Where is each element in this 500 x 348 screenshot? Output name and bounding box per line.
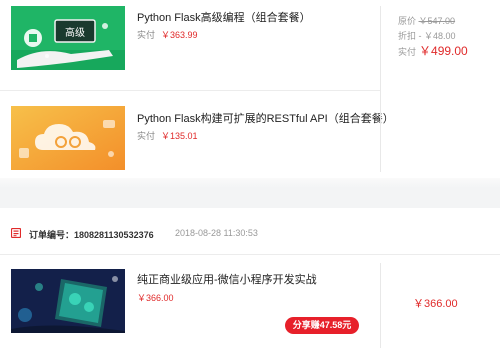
discount-value: - ￥48.00 — [418, 31, 456, 41]
course-thumbnail[interactable]: 高级 — [11, 6, 125, 70]
item-paid: 实付 ￥135.01 — [137, 129, 198, 142]
order-number: 订单编号：1808281130532376 — [29, 230, 154, 240]
course-thumbnail[interactable] — [11, 269, 125, 333]
paid-value: ￥366.00 — [137, 293, 174, 303]
original-label: 原价 — [398, 16, 417, 26]
item-paid: ￥366.00 — [137, 291, 174, 304]
section-gap — [0, 188, 500, 208]
order-item[interactable]: 高级 Python Flask高级编程（组合套餐） 实付 ￥363.99 — [0, 0, 380, 90]
cloud-plugin-icon — [11, 106, 125, 170]
column-divider — [380, 263, 381, 348]
order-time: 2018-08-28 11:30:53 — [175, 228, 258, 238]
paid-label: 实付 — [137, 131, 156, 141]
order-item[interactable]: 纯正商业级应用-微信小程序开发实战 ￥366.00 分享赚47.58元 — [0, 255, 380, 348]
order-card: 高级 Python Flask高级编程（组合套餐） 实付 ￥363.99 Pyt… — [0, 0, 500, 178]
item-title[interactable]: 纯正商业级应用-微信小程序开发实战 — [137, 271, 317, 287]
order-summary: 原价 ￥547.00 折扣 - ￥48.00 实付 ￥499.00 — [398, 14, 468, 60]
wechat-miniprogram-icon — [11, 269, 125, 333]
paid-total: 实付 ￥499.00 — [398, 44, 468, 60]
section-gap-shadow — [0, 178, 500, 188]
share-earn-button[interactable]: 分享赚47.58元 — [285, 317, 359, 334]
item-title[interactable]: Python Flask构建可扩展的RESTful API（组合套餐） — [137, 110, 394, 126]
order-header: 订单编号：1808281130532376 2018-08-28 11:30:5… — [0, 208, 500, 255]
paid-total-label: 实付 — [398, 47, 417, 57]
python-chalkboard-icon: 高级 — [11, 6, 125, 70]
paid-value: ￥135.01 — [161, 131, 198, 141]
paid-value: ￥363.99 — [161, 30, 198, 40]
order-card: 订单编号：1808281130532376 2018-08-28 11:30:5… — [0, 208, 500, 348]
discount: 折扣 - ￥48.00 — [398, 29, 468, 44]
discount-label: 折扣 — [398, 31, 417, 41]
order-document-icon — [11, 228, 21, 238]
original-value: ￥547.00 — [418, 16, 456, 26]
column-divider — [380, 6, 381, 172]
paid-label: 实付 — [137, 30, 156, 40]
item-title[interactable]: Python Flask高级编程（组合套餐） — [137, 9, 311, 25]
order-item[interactable]: Python Flask构建可扩展的RESTful API（组合套餐） 实付 ￥1… — [0, 90, 394, 180]
paid-total-value: ￥499.00 — [419, 44, 468, 58]
original-price: 原价 ￥547.00 — [398, 14, 468, 29]
item-paid: 实付 ￥363.99 — [137, 28, 198, 41]
order-items: 高级 Python Flask高级编程（组合套餐） 实付 ￥363.99 Pyt… — [0, 0, 394, 180]
chalkboard-text: 高级 — [65, 26, 85, 39]
paid-total-value: ￥366.00 — [413, 298, 458, 310]
course-thumbnail[interactable] — [11, 106, 125, 170]
